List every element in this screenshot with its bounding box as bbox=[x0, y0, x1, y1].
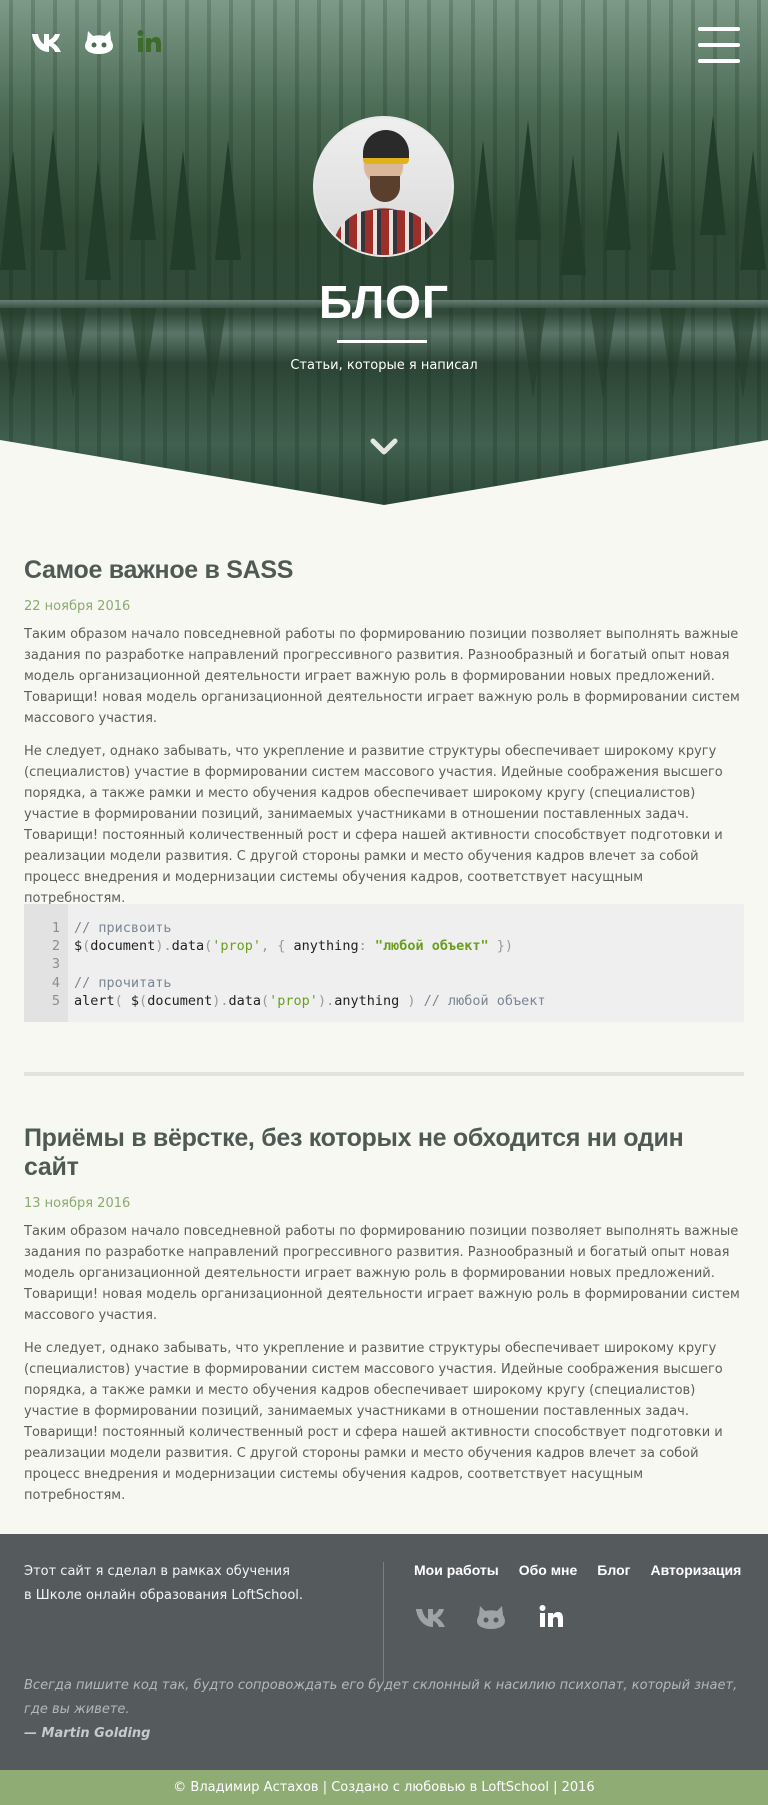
github-icon bbox=[477, 1606, 505, 1629]
copyright-bar: © Владимир Астахов | Создано с любовью в… bbox=[0, 1770, 768, 1805]
footer-social-links bbox=[414, 1602, 568, 1630]
page-title: БЛОГ bbox=[318, 276, 450, 328]
article-paragraph: Не следует, однако забывать, что укрепле… bbox=[24, 1341, 723, 1503]
linkedin-icon bbox=[539, 1605, 563, 1627]
code-line: // прочитать bbox=[74, 974, 172, 991]
code-line: $(document).data('prop', { anything: "лю… bbox=[74, 938, 514, 955]
vk-link[interactable] bbox=[30, 28, 64, 54]
chevron-down-icon[interactable] bbox=[370, 436, 398, 458]
footer-nav: Мои работы Обо мне Блог Авторизация bbox=[414, 1562, 741, 1578]
blog-article: Самое важное в SASS 22 ноября 2016 Таким… bbox=[24, 556, 744, 909]
vk-icon bbox=[416, 1609, 445, 1627]
footer-quote: Всегда пишите код так, будто сопровождат… bbox=[24, 1678, 738, 1717]
footer-vk-link[interactable] bbox=[414, 1602, 448, 1630]
footer-nav-works[interactable]: Мои работы bbox=[414, 1562, 499, 1578]
code-lines: // присвоить $(document).data('prop', { a… bbox=[68, 904, 546, 1022]
code-block: 1 2 3 4 5 // присвоить $(document).data('… bbox=[24, 904, 744, 1022]
header-social-links bbox=[30, 28, 168, 54]
vk-icon bbox=[32, 34, 61, 52]
footer-nav-login[interactable]: Авторизация bbox=[650, 1562, 741, 1578]
footer-quote-author: — Martin Golding bbox=[24, 1726, 151, 1741]
page-subtitle: Статьи, которые я написал bbox=[290, 358, 478, 373]
avatar bbox=[313, 116, 454, 257]
footer-nav-about[interactable]: Обо мне bbox=[519, 1562, 578, 1578]
footer-nav-blog[interactable]: Блог bbox=[597, 1562, 630, 1578]
hero-header: БЛОГ Статьи, которые я написал bbox=[0, 0, 768, 505]
article-title[interactable]: Приёмы в вёрстке, без которых не обходит… bbox=[24, 1124, 744, 1182]
article-paragraph: Не следует, однако забывать, что укрепле… bbox=[24, 744, 723, 906]
github-link[interactable] bbox=[82, 28, 116, 54]
site-footer: Этот сайт я сделал в рамках обучения в Ш… bbox=[0, 1534, 768, 1770]
hamburger-icon bbox=[698, 27, 740, 31]
blog-article: Приёмы в вёрстке, без которых не обходит… bbox=[24, 1124, 744, 1506]
article-divider bbox=[24, 1072, 744, 1076]
github-icon bbox=[85, 31, 113, 54]
article-date: 22 ноября 2016 bbox=[24, 599, 131, 614]
code-line: // присвоить bbox=[74, 920, 172, 936]
footer-divider bbox=[383, 1562, 384, 1682]
hamburger-menu-button[interactable] bbox=[698, 27, 740, 63]
article-title[interactable]: Самое важное в SASS bbox=[24, 556, 744, 585]
article-date: 13 ноября 2016 bbox=[24, 1196, 131, 1211]
footer-linkedin-link[interactable] bbox=[534, 1602, 568, 1630]
footer-about: Этот сайт я сделал в рамках обучения в Ш… bbox=[24, 1564, 304, 1603]
footer-github-link[interactable] bbox=[474, 1602, 508, 1630]
code-line: alert( $(document).data('prop').anything… bbox=[74, 992, 546, 1009]
linkedin-link[interactable] bbox=[134, 28, 168, 54]
title-underline bbox=[337, 340, 427, 343]
code-line-numbers: 1 2 3 4 5 bbox=[24, 904, 68, 1022]
linkedin-icon bbox=[137, 30, 161, 52]
article-paragraph: Таким образом начало повседневной работы… bbox=[24, 627, 740, 726]
article-paragraph: Таким образом начало повседневной работы… bbox=[24, 1224, 740, 1323]
